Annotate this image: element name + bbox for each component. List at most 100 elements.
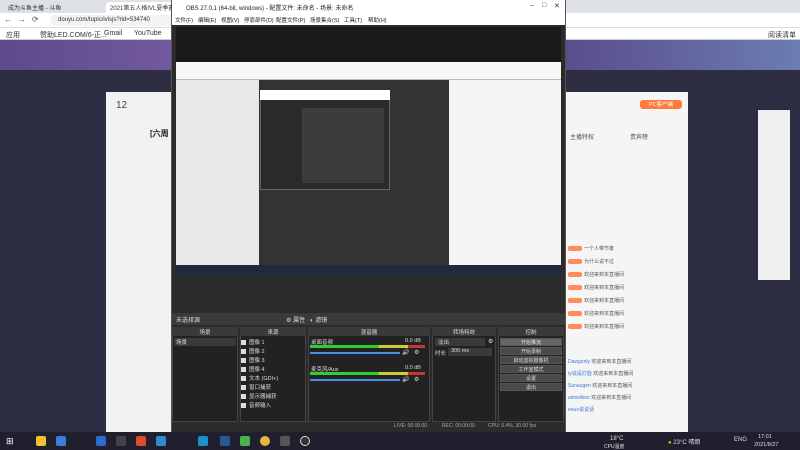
minimize-icon[interactable]: – [530,2,534,9]
sun-icon: ● [668,440,672,446]
app-icon[interactable] [220,436,230,446]
settings-button[interactable]: 设置 [500,374,562,382]
live-status: LIVE: 00:00:00 [394,423,428,429]
gear-icon[interactable]: ⚙ [414,349,419,356]
app-icon[interactable] [136,436,146,446]
gear-icon: ⚙ [286,318,292,324]
app-icon[interactable] [56,436,66,446]
bookmark-gmail[interactable]: Gmail [104,30,122,37]
scenes-dock-title: 场景 [172,327,238,336]
nested-chat [449,80,561,265]
menu-tools[interactable]: 工具(T) [344,16,362,24]
reload-icon[interactable]: ⟳ [32,15,39,24]
reading-list[interactable]: 阅读清单 [768,30,796,40]
weather-temp: 18°C [610,436,624,442]
close-icon[interactable]: ✕ [554,2,560,10]
app-icon[interactable] [116,436,126,446]
bookmark-apps[interactable]: 应用 [6,30,20,40]
weather-widget[interactable]: ● 23°C 晴朗 [668,437,700,446]
right-sidebar [758,110,790,280]
app-icon[interactable] [240,436,250,446]
edge-icon[interactable] [198,436,208,446]
address-bar[interactable]: douyu.com/topic/ivlsjs?rid=534740 [50,15,190,26]
transition-select[interactable]: 淡出 [435,338,485,346]
volume-slider[interactable] [310,352,400,354]
transitions-dock-title: 转场特效 [432,327,496,336]
maximize-icon[interactable]: □ [542,2,546,9]
rec-status: REC: 00:00:00 [442,423,475,429]
tab-label: 2021第五人格IVL夏季赛 [110,6,175,12]
obs-title: OBS 27.0.1 (64-bit, windows) - 配置文件: 未命名… [172,0,565,15]
duration-input[interactable]: 300 ms [448,348,492,356]
tab-label: 成为斗鱼主播 - 斗鱼 [8,6,62,12]
chat-message: 欢迎来到本直播间 [568,271,683,280]
app-icon[interactable] [280,436,290,446]
source-item[interactable]: 文本 (GDI+) [241,374,301,382]
image-icon [241,349,246,355]
source-item[interactable]: 图像 3 [241,356,301,364]
filters-button[interactable]: ◐ 滤镜 [310,315,327,324]
side-title: [六周 [150,129,169,138]
source-item[interactable]: 窗口捕获 [241,383,301,391]
speaker-icon[interactable]: 🔊 [402,349,409,356]
windows-start-icon[interactable]: ⊞ [6,436,14,447]
app-icon[interactable] [96,436,106,446]
back-icon[interactable]: ← [4,15,12,24]
menu-view[interactable]: 视图(V) [221,16,239,24]
bookmark-youtube[interactable]: YouTube [134,30,162,37]
language-indicator[interactable]: ENG [734,437,747,443]
studio-mode-button[interactable]: 工作室模式 [500,365,562,373]
clock-time[interactable]: 17:01 [758,434,772,440]
chat-tab[interactable]: 主播特权 [570,132,594,141]
menu-docks[interactable]: 停靠部件(D) [244,16,274,24]
menu-edit[interactable]: 编辑(E) [198,16,216,24]
speaker-icon[interactable]: 🔊 [402,376,409,383]
properties-button[interactable]: ⚙ 属性 [286,315,305,324]
source-item[interactable]: 显示器捕获 [241,392,301,400]
menu-file[interactable]: 文件(F) [175,16,193,24]
start-streaming-button[interactable]: 开始推流 [500,338,562,346]
gear-icon[interactable]: ⚙ [414,376,419,383]
nested-taskbar [176,265,561,277]
clock-date[interactable]: 2021/8/27 [754,442,778,448]
virtual-camera-button[interactable]: 启动虚拟摄像机 [500,356,562,364]
pc-client-button[interactable]: PC客户端 [640,100,682,109]
source-item[interactable]: 图像 2 [241,347,301,355]
image-icon [241,367,246,373]
source-item[interactable]: 图像 4 [241,365,301,373]
chat-tab[interactable]: 贵宾榜 [630,132,648,141]
nested-browser-bar [176,62,561,80]
source-item[interactable]: 图像 1 [241,338,301,346]
source-toolbar [172,313,565,325]
bookmark-item[interactable]: 赞助LED.COM/6-正... [40,30,107,40]
chat-user: Dawgonly 欢迎来到本直播间 [568,359,632,365]
chat-message: 欢迎来到本直播间 [568,310,683,319]
forward-icon[interactable]: → [18,15,26,24]
room-counter: 12 [116,100,128,111]
window-icon [241,385,246,391]
weather-sub: CPU温度 [604,444,625,450]
chat-message: 一个人带节奏 [568,245,683,254]
controls-dock-title: 控制 [498,327,564,336]
obs-icon[interactable] [300,436,310,446]
chat-message: 为什么说不过 [568,258,683,267]
file-explorer-icon[interactable] [36,436,46,446]
source-item[interactable]: 音频输入 [241,401,301,409]
scene-item[interactable]: 场景 [174,338,236,346]
start-recording-button[interactable]: 开始录制 [500,347,562,355]
duration-label: 时长 [435,351,447,357]
menu-scene-collection[interactable]: 场景集合(S) [310,16,339,24]
filter-icon: ◐ [310,318,314,324]
menu-help[interactable]: 帮助(H) [368,16,387,24]
app-icon[interactable] [156,436,166,446]
exit-button[interactable]: 退出 [500,383,562,391]
chat-message: 欢迎来到本直播间 [568,297,683,306]
browser-tab[interactable]: 成为斗鱼主播 - 斗鱼 [4,2,104,13]
chrome-icon[interactable] [260,436,270,446]
chat-message: 欢迎来到本直播间 [568,323,683,332]
menu-profile[interactable]: 配置文件(P) [276,16,305,24]
chat-user: aimedkon 欢迎来到本直播间 [568,395,632,401]
gear-icon[interactable]: ⚙ [488,338,493,345]
volume-slider[interactable] [310,379,400,381]
mixer-db: 0.0 dB [405,365,421,371]
